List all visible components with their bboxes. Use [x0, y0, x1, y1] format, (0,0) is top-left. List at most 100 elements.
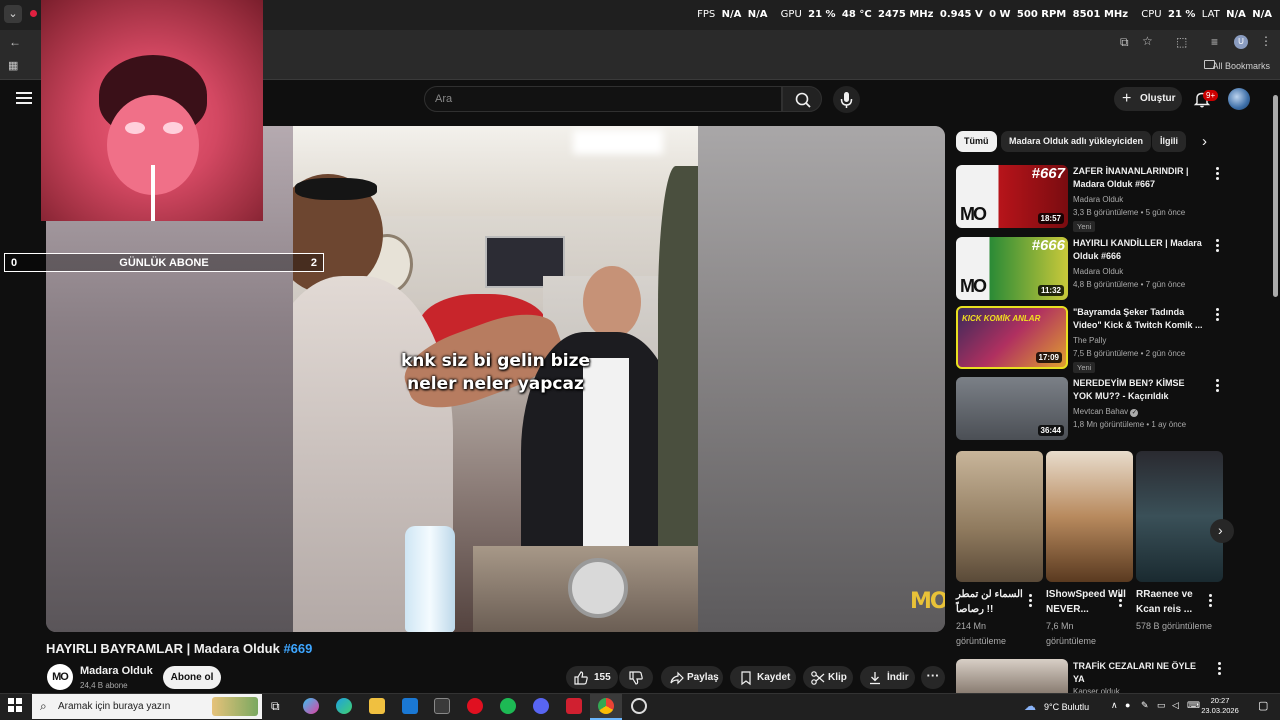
recommendation-thumbnail[interactable]: MO #666 11:32 [956, 237, 1068, 300]
recommendation-title[interactable]: NEREDEYİM BEN? KİMSE YOK MU?? - Kaçırıld… [1073, 377, 1203, 403]
video-title-text: HAYIRLI BAYRAMLAR | Madara Olduk [46, 641, 280, 656]
more-vert-icon[interactable] [1212, 167, 1222, 181]
short-title[interactable]: السماء لن تمطر رصاصاً !! [956, 587, 1036, 617]
edit-tray-icon[interactable]: ✎ [1141, 700, 1149, 711]
task-view-icon[interactable]: ⧉ [271, 699, 280, 714]
clock-date: 23.03.2026 [1201, 706, 1239, 715]
recommendation-item[interactable]: 36:44 NEREDEYİM BEN? KİMSE YOK MU?? - Ka… [956, 377, 1226, 442]
recommendation-title[interactable]: TRAFİK CEZALARI NE ÖYLE YA [1073, 660, 1203, 686]
lat-value-2: N/A [1252, 9, 1272, 20]
store-icon[interactable] [434, 698, 450, 714]
extensions-icon[interactable]: ⬚ [1176, 35, 1187, 49]
all-bookmarks-link[interactable]: All Bookmarks [1212, 61, 1270, 71]
recommendation-thumbnail[interactable] [956, 659, 1068, 693]
recommendation-channel[interactable]: Madara Olduk [1073, 267, 1123, 276]
back-icon[interactable]: ← [9, 35, 21, 49]
more-vert-icon[interactable] [1026, 594, 1034, 608]
recommendation-thumbnail[interactable]: MO #667 18:57 [956, 165, 1068, 228]
more-vert-icon[interactable] [1206, 594, 1214, 608]
like-button[interactable]: 155 [566, 666, 618, 689]
chip-related[interactable]: İlgili [1152, 131, 1186, 152]
share-icon [670, 671, 684, 685]
recommendation-channel[interactable]: The Pally [1073, 336, 1106, 345]
scrollbar-thumb[interactable] [1273, 95, 1278, 297]
copilot-icon[interactable] [303, 698, 319, 714]
gpu-clock: 2475 MHz [878, 9, 934, 20]
more-actions-button[interactable]: ··· [921, 666, 945, 689]
mail-icon[interactable] [402, 698, 418, 714]
obs-icon[interactable] [631, 698, 647, 714]
account-avatar[interactable] [1228, 88, 1250, 110]
share-button[interactable]: Paylaş [661, 666, 723, 689]
recommendation-item[interactable]: MO #666 11:32 HAYIRLI KANDİLLER | Madara… [956, 237, 1226, 302]
recommendation-item[interactable]: KICK KOMİK ANLAR 17:09 "Bayramda Şeker T… [956, 306, 1226, 373]
save-button[interactable]: Kaydet [730, 666, 796, 689]
channel-avatar[interactable]: MO [47, 664, 73, 690]
chevron-right-icon[interactable]: › [1202, 133, 1207, 150]
video-hashtag[interactable]: #669 [283, 641, 312, 656]
keyboard-icon[interactable]: ⌨ [1187, 700, 1200, 711]
windows-start-icon[interactable] [8, 698, 22, 712]
recommendation-thumbnail[interactable]: KICK KOMİK ANLAR 17:09 [956, 306, 1068, 369]
short-title[interactable]: RRaenee ve Kcan reis ... [1136, 587, 1216, 617]
search-button[interactable] [782, 86, 822, 112]
more-vert-icon[interactable] [1214, 662, 1224, 677]
subscribe-button[interactable]: Abone ol [163, 666, 221, 689]
app-icon[interactable] [566, 698, 582, 714]
channel-subscriber-count: 24,4 B abone [80, 681, 128, 690]
short-thumbnail[interactable] [956, 451, 1043, 582]
download-button[interactable]: İndir [860, 666, 915, 689]
tab-search-button[interactable]: ⌄ [4, 5, 22, 23]
microphone-tray-icon[interactable]: ● [1125, 700, 1130, 710]
opera-icon[interactable] [467, 698, 483, 714]
recommendation-title[interactable]: ZAFER İNANANLARINDIR | Madara Olduk #667 [1073, 165, 1203, 191]
short-title[interactable]: IShowSpeed Will NEVER... [1046, 587, 1126, 617]
more-vert-icon[interactable] [1212, 379, 1222, 393]
video-subtitle: knk siz bi gelin bize neler neler yapcaz [293, 350, 698, 396]
dislike-button[interactable] [619, 666, 653, 689]
taskbar-clock[interactable]: 20:27 23.03.2026 [1201, 696, 1239, 716]
voice-search-button[interactable] [833, 86, 860, 113]
chrome-icon[interactable] [598, 698, 614, 714]
short-thumbnail[interactable] [1046, 451, 1133, 582]
fps-label: FPS [697, 9, 716, 20]
recommendation-item[interactable]: MO #667 18:57 ZAFER İNANANLARINDIR | Mad… [956, 165, 1226, 232]
taskbar-search-input[interactable]: ⌕ Aramak için buraya yazın [32, 694, 262, 719]
reading-list-icon[interactable]: ≡ [1211, 35, 1218, 49]
recommendation-title[interactable]: HAYIRLI KANDİLLER | Madara Olduk #666 [1073, 237, 1203, 263]
profile-avatar[interactable]: U [1234, 35, 1248, 49]
chip-all[interactable]: Tümü [956, 131, 997, 152]
download-icon [870, 672, 880, 685]
more-vert-icon[interactable] [1212, 239, 1222, 253]
chevron-up-icon[interactable]: ∧ [1111, 700, 1118, 711]
star-icon[interactable]: ☆ [1142, 34, 1153, 48]
menu-icon[interactable] [16, 92, 32, 106]
search-input[interactable]: Ara [424, 86, 782, 112]
channel-name[interactable]: Madara Olduk [80, 665, 153, 677]
short-thumbnail[interactable] [1136, 451, 1223, 582]
more-vert-icon[interactable] [1116, 594, 1124, 608]
subtitle-line-1: knk siz bi gelin bize [400, 351, 591, 371]
create-button[interactable]: + Oluştur [1114, 87, 1182, 111]
cast-icon[interactable]: ⧉ [1120, 35, 1129, 50]
notification-center-icon[interactable]: ▢ [1258, 699, 1268, 712]
recommendation-channel[interactable]: Mevtcan Bahav ✓ [1073, 407, 1139, 417]
volume-icon[interactable]: ◁ [1172, 700, 1179, 711]
recommendation-title[interactable]: "Bayramda Şeker Tadında Video" Kick & Tw… [1073, 306, 1203, 332]
apps-grid-icon[interactable]: ▦ [8, 59, 18, 72]
spotify-icon[interactable] [500, 698, 516, 714]
more-vert-icon[interactable] [1212, 308, 1222, 322]
scissors-icon [811, 671, 825, 685]
chip-uploader[interactable]: Madara Olduk adlı yükleyiciden [1001, 131, 1152, 152]
recommendation-thumbnail[interactable]: 36:44 [956, 377, 1068, 440]
recommendation-channel[interactable]: Madara Olduk [1073, 195, 1123, 204]
shorts-next-button[interactable]: › [1210, 519, 1234, 543]
edge-icon[interactable] [336, 698, 352, 714]
chrome-menu-icon[interactable]: ⋮ [1260, 34, 1272, 48]
file-explorer-icon[interactable] [369, 698, 385, 714]
taskbar-weather[interactable]: 9°C Bulutlu [1044, 702, 1089, 712]
clip-button[interactable]: Klip [803, 666, 853, 689]
network-icon[interactable]: ▭ [1157, 700, 1166, 711]
discord-icon[interactable] [533, 698, 549, 714]
new-badge: Yeni [1073, 221, 1096, 232]
